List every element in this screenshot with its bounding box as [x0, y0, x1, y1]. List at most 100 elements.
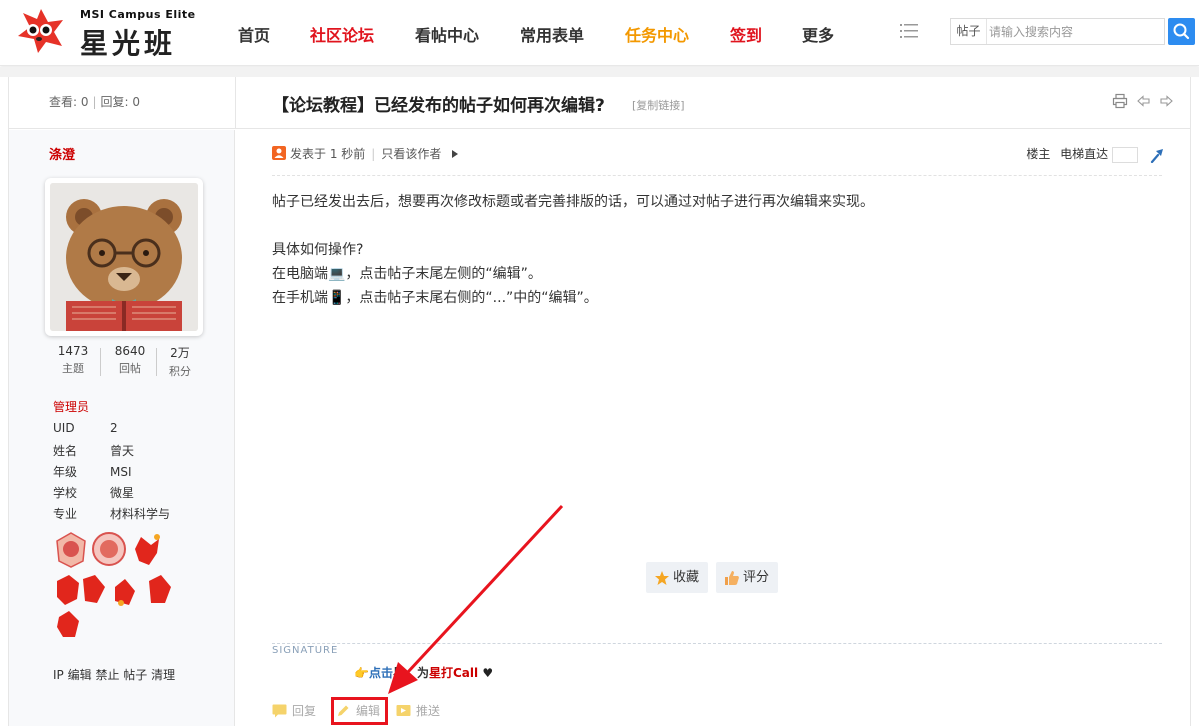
thread-stats: 查看: 0 | 回复: 0 — [49, 93, 140, 110]
signature-mid: 星，为 — [392, 666, 429, 680]
nav-item-tasks[interactable]: 任务中心 — [625, 22, 689, 46]
bear-avatar-icon — [50, 183, 198, 331]
rate-label: 评分 — [743, 570, 770, 585]
signature-label: SIGNATURE — [272, 645, 339, 656]
avatar[interactable] — [45, 178, 203, 336]
push-label: 推送 — [416, 704, 441, 718]
info-row-school: 学校 微星 — [53, 484, 170, 505]
heart-icon: ♥ — [482, 666, 494, 680]
post-meta: 发表于 1 秒前 | 只看该作者 — [272, 145, 459, 161]
info-value: 曾天 — [110, 444, 135, 458]
next-thread-icon[interactable] — [1158, 93, 1174, 109]
stat-replies[interactable]: 8640 回帖 — [104, 344, 156, 376]
admin-link-clean[interactable]: 清理 — [151, 668, 175, 682]
star-icon — [655, 571, 669, 585]
signature-prefix[interactable]: 点击 — [369, 666, 393, 680]
stat-points[interactable]: 2万 积分 — [160, 344, 200, 379]
thread-topbar: 查看: 0 | 回复: 0 【论坛教程】已经发布的帖子如何再次编辑? [复制链接] — [9, 77, 1190, 129]
post-content-area: 发表于 1 秒前 | 只看该作者 楼主 电梯直达 帖子已经发出去后，想要再次修改标题… — [236, 130, 1190, 726]
user-role[interactable]: 管理员 — [53, 398, 89, 415]
search-input[interactable] — [989, 21, 1159, 42]
thumbs-up-icon — [725, 571, 739, 585]
info-value: MSI — [110, 465, 132, 479]
reply-button[interactable]: 回复 — [272, 702, 316, 720]
author-sidebar: 涤澄 1473 主题 8640 回帖 2万 积分 管理员 UID 2 姓名 曾天… — [9, 130, 235, 726]
go-arrow-icon[interactable] — [1150, 147, 1166, 163]
floor-label: 楼主 — [1026, 147, 1051, 161]
signature-star: 星打 — [428, 666, 453, 680]
author-name[interactable]: 涤澄 — [49, 144, 75, 163]
post-paragraph: 在电脑端💻，点击帖子末尾左侧的“编辑”。 — [272, 266, 542, 282]
admin-links: IP 编辑 禁止 帖子 清理 — [53, 666, 175, 683]
user-online-icon — [272, 146, 286, 160]
pointing-hand-icon: 👉 — [354, 666, 369, 680]
prev-thread-icon[interactable] — [1136, 93, 1152, 109]
admin-link-ban[interactable]: 禁止 — [95, 668, 119, 682]
push-button[interactable]: 推送 — [396, 702, 440, 720]
favorite-button[interactable]: 收藏 — [646, 562, 708, 593]
stat-threads[interactable]: 1473 主题 — [47, 344, 99, 376]
info-row-uid: UID 2 — [53, 421, 170, 442]
mascot-logo-icon — [18, 9, 63, 53]
mascot-badge-icon — [57, 611, 79, 637]
post-paragraph: 具体如何操作? — [272, 242, 364, 258]
admin-link-edit[interactable]: 编辑 — [68, 668, 92, 682]
stat-value: 2万 — [170, 346, 190, 360]
nav-item-forms[interactable]: 常用表单 — [520, 22, 584, 46]
thread-container: 查看: 0 | 回复: 0 【论坛教程】已经发布的帖子如何再次编辑? [复制链接] — [8, 77, 1191, 726]
rate-button[interactable]: 评分 — [716, 562, 778, 593]
site-header: MSI Campus Elite 星光班 首页 社区论坛 看帖中心 常用表单 任… — [0, 0, 1199, 66]
nav-item-home[interactable]: 首页 — [238, 22, 270, 46]
stats-separator: | — [92, 95, 97, 109]
medal-badges[interactable] — [53, 531, 193, 641]
search-type-select[interactable]: 帖子 — [951, 19, 987, 44]
stat-divider — [100, 348, 101, 376]
medal-badge-icon — [92, 532, 126, 566]
only-author-link[interactable]: 只看该作者 — [381, 147, 441, 161]
info-value: 材料科学与 — [110, 507, 171, 521]
push-icon — [396, 705, 411, 716]
copy-link[interactable]: [复制链接] — [632, 97, 685, 113]
avatar-image — [50, 183, 198, 331]
triangle-right-icon — [452, 150, 459, 158]
logo-subtitle: MSI Campus Elite — [80, 8, 196, 21]
stat-divider — [156, 348, 157, 376]
nav-item-more[interactable]: 更多 — [802, 22, 834, 46]
post-floor-tools: 楼主 电梯直达 — [1026, 145, 1166, 163]
meta-separator: | — [371, 147, 376, 161]
nav-item-view-posts[interactable]: 看帖中心 — [415, 22, 479, 46]
admin-link-posts[interactable]: 帖子 — [123, 668, 147, 682]
reply-label: 回复 — [292, 704, 317, 718]
elevator-input[interactable] — [1112, 146, 1139, 163]
header-spacer — [0, 67, 1199, 77]
site-logo[interactable]: MSI Campus Elite 星光班 — [8, 6, 218, 62]
signature-text: 👉点击星，为星打Call ♥ — [354, 664, 493, 681]
replies-count: 回复: 0 — [100, 95, 141, 109]
nav-item-checkin[interactable]: 签到 — [730, 22, 762, 46]
author-info: UID 2 姓名 曾天 年级 MSI 学校 微星 专业 材料科学与 — [53, 421, 170, 526]
search-button[interactable] — [1168, 18, 1195, 45]
info-key: UID — [53, 421, 75, 435]
info-row-name: 姓名 曾天 — [53, 442, 170, 463]
medal-badge-icon — [56, 532, 86, 568]
print-icon[interactable] — [1112, 93, 1128, 109]
info-value: 2 — [110, 421, 118, 435]
signature-divider — [272, 643, 1162, 644]
stat-value: 1473 — [57, 344, 89, 358]
info-key: 姓名 — [53, 444, 78, 458]
elevator-label: 电梯直达 — [1060, 147, 1109, 161]
mascot-badge-icon — [135, 534, 160, 565]
stat-label: 积分 — [169, 365, 191, 378]
nav-item-forum[interactable]: 社区论坛 — [310, 22, 374, 46]
stat-label: 回帖 — [119, 362, 141, 375]
menu-list-icon[interactable] — [900, 22, 918, 40]
stat-value: 8640 — [114, 344, 146, 358]
favorite-label: 收藏 — [673, 570, 700, 585]
thread-title-area: 【论坛教程】已经发布的帖子如何再次编辑? [复制链接] — [235, 77, 1190, 129]
info-key: 学校 — [53, 486, 78, 500]
info-key: 专业 — [53, 507, 78, 521]
info-value: 微星 — [110, 486, 135, 500]
admin-link-ip[interactable]: IP — [53, 668, 64, 682]
info-row-major: 专业 材料科学与 — [53, 505, 170, 526]
